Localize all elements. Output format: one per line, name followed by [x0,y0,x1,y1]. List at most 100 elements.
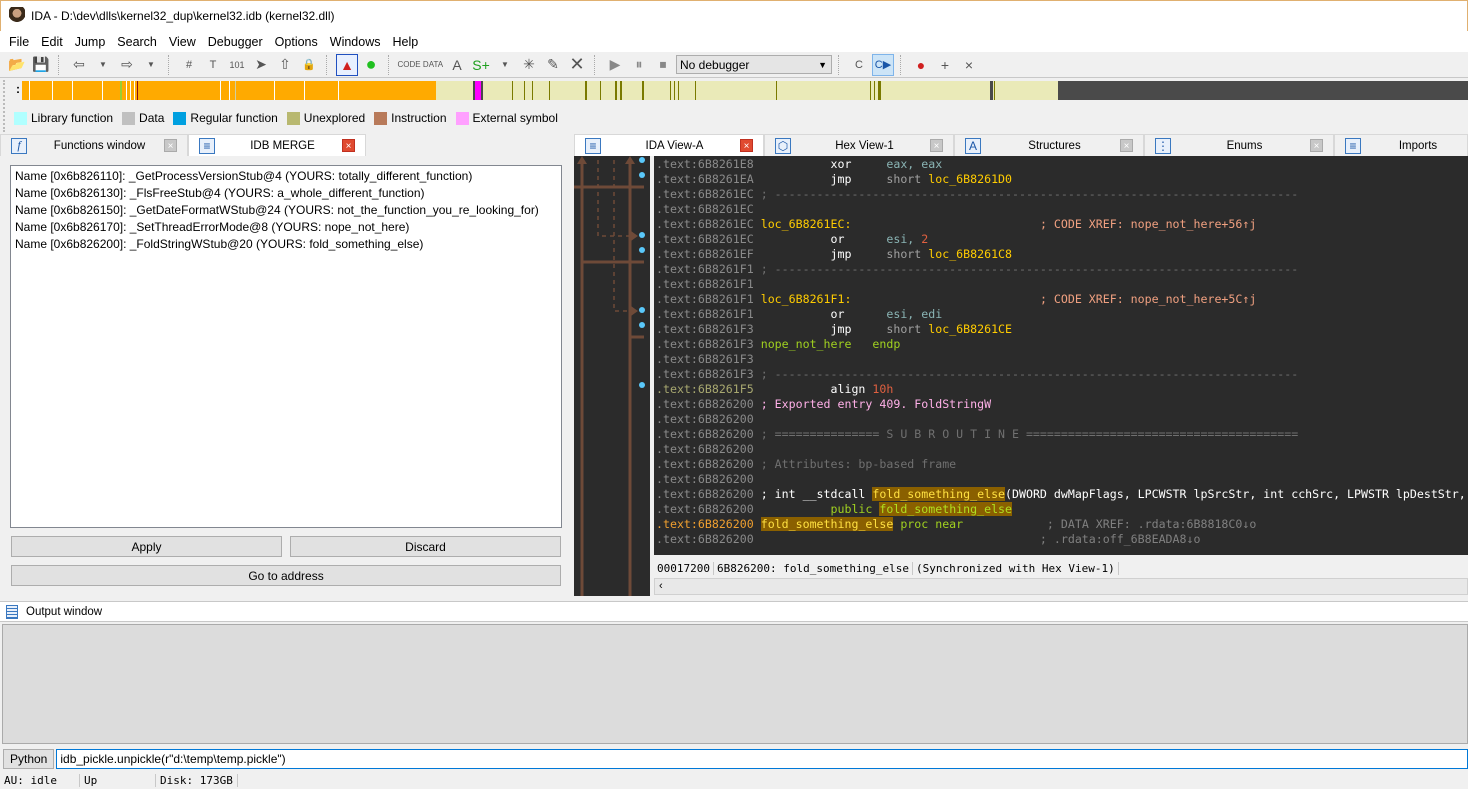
search-next-icon[interactable]: ➤ [250,54,272,76]
merge-list-item[interactable]: Name [0x6b826130]: _FlsFreeStub@4 (YOURS… [15,185,557,202]
disasm-line[interactable]: .text:6B826200 ; int __stdcall fold_some… [654,487,1468,502]
delete-icon[interactable]: ✕ [566,54,588,76]
disasm-line[interactable]: .text:6B8261F1 loc_6B8261F1: ; CODE XREF… [654,292,1468,307]
play-icon[interactable]: ▶ [604,54,626,76]
breakpoint-list-icon[interactable]: ● [910,54,932,76]
forward-icon[interactable]: ⇨ [116,54,138,76]
disasm-line[interactable]: .text:6B8261EC or esi, 2 [654,232,1468,247]
merge-list[interactable]: Name [0x6b826110]: _GetProcessVersionStu… [10,165,562,528]
disasm-line[interactable]: .text:6B8261EF jmp short loc_6B8261C8 [654,247,1468,262]
disasm-line[interactable]: .text:6B826200 ; Exported entry 409. Fol… [654,397,1468,412]
tab-functions-window[interactable]: f Functions window × [0,134,188,156]
disasm-line[interactable]: .text:6B8261F3 ; -----------------------… [654,367,1468,382]
make-code-icon[interactable]: CODE [397,54,420,76]
edit-icon[interactable]: ✎ [542,54,564,76]
cli-input[interactable]: idb_pickle.unpickle(r"d:\temp\temp.pickl… [56,749,1468,769]
disasm-line[interactable]: .text:6B8261F1 or esi, edi [654,307,1468,322]
remove-breakpoint-icon[interactable]: × [958,54,980,76]
disasm-line[interactable]: .text:6B8261EA jmp short loc_6B8261D0 [654,172,1468,187]
merge-list-item[interactable]: Name [0x6b826110]: _GetProcessVersionStu… [15,168,557,185]
navband-marker [585,81,587,100]
tab-idb-merge[interactable]: ≡ IDB MERGE × [188,134,366,156]
close-icon[interactable]: × [1120,139,1133,152]
disasm-line[interactable]: .text:6B8261F5 align 10h [654,382,1468,397]
tab-imports[interactable]: ≡ Imports [1334,134,1468,156]
search-text-icon[interactable]: T [202,54,224,76]
disasm-line[interactable]: .text:6B8261F1 ; -----------------------… [654,262,1468,277]
disasm-line[interactable]: .text:6B826200 [654,442,1468,457]
menu-jump[interactable]: Jump [69,35,112,49]
discard-button[interactable]: Discard [290,536,561,557]
struct-dropdown-icon[interactable]: ▼ [494,54,516,76]
disasm-line[interactable]: .text:6B826200 [654,472,1468,487]
merge-list-item[interactable]: Name [0x6b826150]: _GetDateFormatWStub@2… [15,202,557,219]
xref-comment: ; DATA XREF: .rdata:6B8818C0↓o [1046,517,1257,531]
disasm-line[interactable]: .text:6B8261EC [654,202,1468,217]
menu-file[interactable]: File [3,35,35,49]
warning-icon[interactable]: ▲ [336,53,358,76]
disasm-line[interactable]: .text:6B8261EC loc_6B8261EC: ; CODE XREF… [654,217,1468,232]
debugger-select[interactable]: No debugger ▼ [676,55,832,74]
close-icon[interactable]: × [342,139,355,152]
disasm-line[interactable]: .text:6B8261F3 jmp short loc_6B8261CE [654,322,1468,337]
make-struct-icon[interactable]: S+ [470,54,492,76]
make-data-icon[interactable]: DATA [422,54,444,76]
go-to-address-button[interactable]: Go to address [11,565,561,586]
green-circle-icon[interactable]: ● [360,54,382,76]
menu-debugger[interactable]: Debugger [202,35,269,49]
back-dropdown-icon[interactable]: ▼ [92,54,114,76]
tab-label: Hex View-1 [835,139,894,152]
tab-enums[interactable]: ⋮ Enums × [1144,134,1334,156]
disasm-line[interactable]: .text:6B8261EC ; -----------------------… [654,187,1468,202]
tab-hex-view-1[interactable]: ⬡ Hex View-1 × [764,134,954,156]
scroll-left-icon[interactable]: ‹ [659,580,663,592]
merge-list-item[interactable]: Name [0x6b826170]: _SetThreadErrorMode@8… [15,219,557,236]
disasm-line[interactable]: .text:6B8261F1 [654,277,1468,292]
close-icon[interactable]: × [740,139,753,152]
close-icon[interactable]: × [1310,139,1323,152]
menu-search[interactable]: Search [111,35,163,49]
disassembly-listing[interactable]: .text:6B8261E8 xor eax, eax .text:6B8261E… [654,156,1468,555]
disasm-line[interactable]: .text:6B826200 public fold_something_els… [654,502,1468,517]
add-breakpoint-icon[interactable]: + [934,54,956,76]
disasm-line[interactable]: .text:6B826200 fold_something_else proc … [654,517,1468,532]
close-icon[interactable]: × [164,139,177,152]
search-hex-icon[interactable]: # [178,54,200,76]
output-window-body[interactable] [2,624,1468,744]
navigation-band-bar[interactable] [22,81,1468,100]
close-icon[interactable]: × [930,139,943,152]
save-icon[interactable]: 💾 [30,54,52,76]
menu-options[interactable]: Options [269,35,324,49]
menu-view[interactable]: View [163,35,202,49]
tab-structures[interactable]: A Structures × [954,134,1144,156]
open-folder-icon[interactable]: 📂 [6,54,28,76]
pause-icon[interactable]: ⏸ [628,54,650,76]
cli-language-button[interactable]: Python [3,749,55,769]
horizontal-scrollbar[interactable]: ‹ [654,578,1468,595]
navband-marker [674,81,675,100]
merge-list-item[interactable]: Name [0x6b826200]: _FoldStringWStub@20 (… [15,236,557,253]
grip-handle[interactable] [3,80,9,132]
disasm-line[interactable]: .text:6B826200 ; .rdata:off_6B8EADA8↓o [654,532,1468,547]
apply-button[interactable]: Apply [11,536,282,557]
back-icon[interactable]: ⇦ [68,54,90,76]
disasm-line[interactable]: .text:6B8261E8 xor eax, eax [654,157,1468,172]
menu-edit[interactable]: Edit [35,35,69,49]
menu-windows[interactable]: Windows [324,35,387,49]
disasm-line[interactable]: .text:6B826200 ; Attributes: bp-based fr… [654,457,1468,472]
menu-help[interactable]: Help [386,35,424,49]
sync-code-icon[interactable]: C▶ [872,53,894,76]
jump-up-icon[interactable]: ⇧ [274,54,296,76]
disasm-line[interactable]: .text:6B8261F3 nope_not_here endp [654,337,1468,352]
undefine-icon[interactable]: ✳ [518,54,540,76]
decompile-icon[interactable]: C [848,54,870,76]
stop-icon[interactable]: ⏹ [652,54,674,76]
search-binary-icon[interactable]: 101 [226,54,248,76]
disasm-line[interactable]: .text:6B826200 ; =============== S U B R… [654,427,1468,442]
disasm-line[interactable]: .text:6B826200 [654,412,1468,427]
make-ascii-icon[interactable]: A [446,54,468,76]
lock-icon[interactable]: 🔒 [298,54,320,76]
forward-dropdown-icon[interactable]: ▼ [140,54,162,76]
disasm-line[interactable]: .text:6B8261F3 [654,352,1468,367]
tab-ida-view-a[interactable]: ≡ IDA View-A × [574,134,764,156]
